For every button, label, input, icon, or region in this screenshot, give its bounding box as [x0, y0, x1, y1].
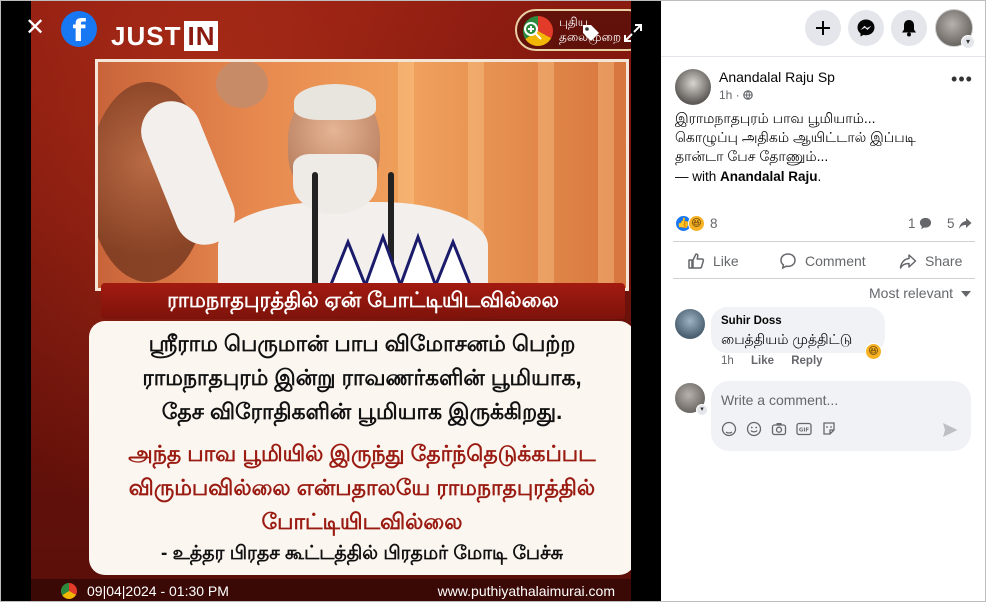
post-panel: ▾ Anandalal Raju Sp 1h · ••• இராமநாதபுரம… — [661, 1, 985, 601]
post-image: JUSTIN புதிய தலைமுறை — [31, 1, 631, 601]
comment-like-link[interactable]: Like — [751, 355, 774, 367]
comment-button[interactable]: Comment — [779, 242, 879, 278]
post-text-line: கொழுப்பு அதிகம் ஆயிட்டால் இப்படி — [675, 129, 916, 145]
notifications-button[interactable] — [891, 10, 927, 46]
create-button[interactable] — [805, 10, 841, 46]
commenter-name[interactable]: Suhir Doss — [721, 315, 782, 327]
image-date: 09|04|2024 - 01:30 PM — [87, 583, 229, 599]
just-in-text: JUST — [111, 21, 182, 51]
backdrop-stripe — [538, 62, 554, 288]
reactions-summary: 👍 😆 8 1 5 — [675, 213, 975, 235]
post-timestamp[interactable]: 1h · — [719, 88, 753, 102]
thumbs-up-icon — [688, 253, 705, 269]
more-options-button[interactable]: ••• — [949, 70, 975, 93]
comment-count-value: 1 — [908, 216, 916, 231]
with-suffix: . — [817, 169, 822, 184]
author-name[interactable]: Anandalal Raju Sp — [719, 69, 835, 85]
share-label: Share — [925, 253, 963, 269]
svg-text:GIF: GIF — [799, 428, 810, 434]
fullscreen-icon[interactable] — [623, 23, 643, 43]
quote-box: ஸ்ரீராம பெருமான் பாப விமோசனம் பெற்ற ராமந… — [89, 321, 631, 575]
top-navigation: ▾ — [661, 1, 985, 57]
comment-reply-link[interactable]: Reply — [791, 355, 822, 367]
reaction-count[interactable]: 8 — [710, 216, 718, 231]
share-arrow-icon — [959, 218, 972, 229]
sticker-icon[interactable] — [821, 421, 837, 437]
post-header: Anandalal Raju Sp 1h · ••• — [675, 67, 975, 107]
image-footer: 09|04|2024 - 01:30 PM www.puthiyathalaim… — [31, 579, 631, 601]
haha-reaction-icon[interactable]: 😆 — [688, 215, 705, 232]
speaker-beard — [293, 154, 377, 214]
quote-line: தேச விரோதிகளின் பூமியாக இருக்கிறது. — [161, 399, 563, 424]
share-icon — [899, 254, 917, 269]
tagged-user-link[interactable]: Anandalal Raju — [720, 169, 818, 184]
messenger-button[interactable] — [848, 10, 884, 46]
author-avatar[interactable] — [675, 69, 711, 105]
zoom-in-icon[interactable] — [523, 21, 543, 41]
commenter-avatar[interactable] — [675, 309, 705, 339]
comment-text: பைத்தியம் முத்திட்டு — [721, 331, 853, 347]
chevron-down-icon[interactable]: ▾ — [696, 404, 708, 416]
comment-icon — [780, 253, 796, 270]
comment-time[interactable]: 1h — [721, 355, 734, 367]
quote-line: ஸ்ரீராம பெருமான் பாப விமோசனம் பெற்ற — [148, 331, 576, 356]
messenger-icon — [857, 19, 875, 37]
tagged-with: — with Anandalal Raju. — [675, 169, 821, 184]
just-in-badge: JUST IN — [111, 21, 219, 52]
speech-photo — [95, 59, 629, 291]
comment-count[interactable]: 1 — [908, 216, 932, 231]
channel-mini-logo — [61, 583, 77, 599]
backdrop-stripe — [598, 62, 614, 288]
caret-down-icon — [961, 291, 971, 297]
profile-avatar[interactable]: ▾ — [935, 9, 975, 49]
comment-bubble: Suhir Doss பைத்தியம் முத்திட்டு — [711, 307, 885, 353]
quote-attribution: - உத்தர பிரதச கூட்டத்தில் பிரதமர் மோடி ப… — [161, 543, 563, 564]
send-icon[interactable] — [941, 421, 959, 439]
post-actions: Like Comment Share — [673, 241, 975, 279]
quote-line-red: விரும்பவில்லை என்பதாலயே ராமநாதபுரத்தில் — [128, 475, 596, 500]
comment-sort-dropdown[interactable]: Most relevant — [861, 283, 973, 303]
post-time-text: 1h · — [719, 88, 744, 102]
camera-icon[interactable] — [771, 421, 787, 437]
post-text-line: தான்டா பேச தோணும்... — [675, 148, 829, 164]
like-button[interactable]: Like — [687, 242, 757, 278]
quote-line-red: அந்த பாவ பூமியில் இருந்து தேர்ந்தெடுக்கப… — [128, 441, 596, 466]
comment-label: Comment — [805, 253, 866, 269]
close-icon[interactable]: ✕ — [19, 13, 51, 45]
comment-meta: 1h Like Reply — [721, 355, 837, 367]
chevron-down-icon[interactable]: ▾ — [961, 35, 975, 49]
globe-icon — [743, 90, 753, 100]
my-avatar[interactable]: ▾ — [675, 383, 708, 416]
tag-icon[interactable] — [581, 23, 601, 43]
speaker-hand — [216, 62, 268, 108]
photo-viewer: JUSTIN புதிய தலைமுறை — [1, 1, 661, 601]
gif-icon[interactable]: GIF — [796, 421, 812, 437]
facebook-photo-viewer: JUSTIN புதிய தலைமுறை — [0, 0, 986, 602]
speaker-hair — [294, 84, 376, 120]
image-url: www.puthiyathalaimurai.com — [437, 583, 615, 599]
plus-icon — [816, 21, 830, 35]
comment-bubble-icon — [920, 217, 932, 230]
comment-input[interactable] — [721, 389, 957, 411]
sort-label: Most relevant — [869, 285, 954, 301]
with-prefix: — with — [675, 169, 721, 184]
post-text: இராமநாதபுரம் பாவ பூமியாம்... கொழுப்பு அத… — [675, 109, 975, 166]
image-headline: ராமநாதபுரத்தில் ஏன் போட்டியிடவில்லை — [101, 283, 625, 319]
facebook-logo-icon[interactable]: f — [61, 11, 97, 49]
share-count-value: 5 — [947, 216, 955, 231]
quote-line: ராமநாதபுரம் இன்று ராவணர்களின் பூமியாக, — [142, 365, 582, 390]
bell-icon — [902, 20, 916, 37]
quote-line-red: போட்டியிடவில்லை — [261, 509, 463, 534]
post-text-line: இராமநாதபுரம் பாவ பூமியாம்... — [675, 110, 876, 126]
haha-reaction-icon[interactable]: 😆 — [865, 343, 882, 360]
like-label: Like — [713, 253, 739, 269]
share-count[interactable]: 5 — [947, 216, 972, 231]
avatar-sticker-icon[interactable] — [721, 421, 737, 437]
just-in-suffix: IN — [184, 21, 219, 51]
comment-composer: GIF — [711, 381, 971, 451]
share-button[interactable]: Share — [899, 242, 969, 278]
emoji-icon[interactable] — [746, 421, 762, 437]
